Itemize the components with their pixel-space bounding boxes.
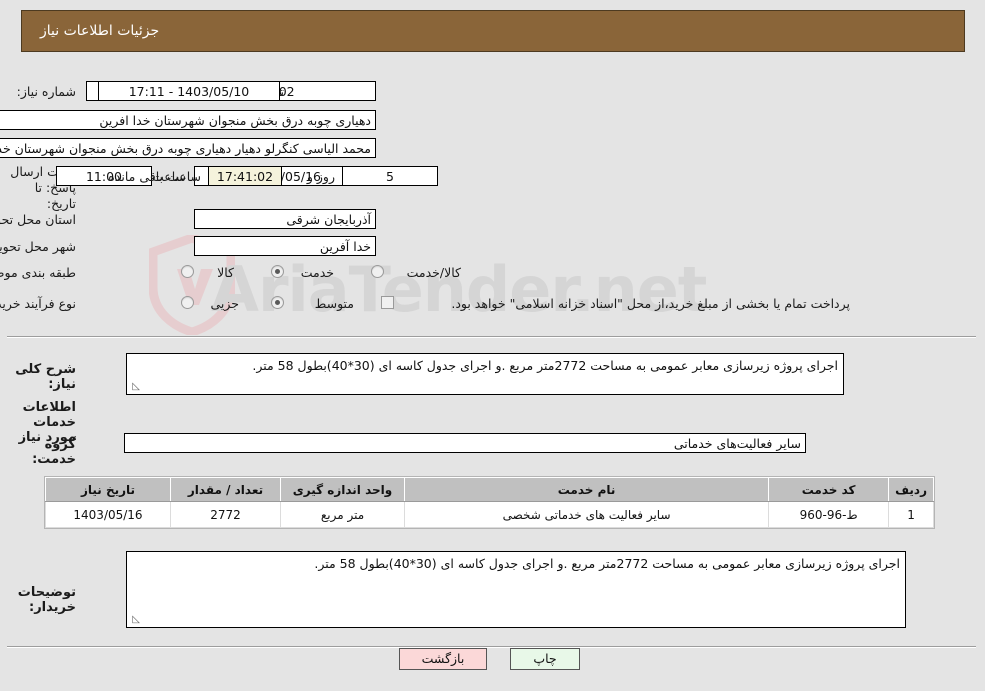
radio-purchase-minor[interactable]: [182, 296, 195, 309]
table-header-row: ردیف کد خدمت نام خدمت واحد اندازه گیری ت…: [46, 477, 935, 502]
cell-row: 1: [889, 501, 935, 528]
radio-category-goods[interactable]: [182, 265, 195, 278]
radio-label-purchase-medium: متوسط: [315, 296, 355, 311]
cell-unit: متر مربع: [281, 501, 406, 528]
buyer-org-field[interactable]: دهیاری چوبه درق بخش منجوان شهرستان خدا ا…: [0, 110, 377, 130]
label-city: شهر محل تحویل:: [0, 239, 77, 254]
radio-label-category-service: خدمت: [301, 265, 335, 280]
label-need-number: شماره نیاز:: [17, 84, 77, 99]
radio-category-goods-service[interactable]: [372, 265, 385, 278]
cell-code: ط-96-960: [769, 501, 891, 528]
cell-date: 1403/05/16: [46, 501, 172, 528]
page-title-bar: جزئیات اطلاعات نیاز: [22, 10, 966, 52]
radio-label-category-goods-service: کالا/خدمت: [407, 265, 462, 280]
buyer-notes-value: اجرای پروژه زیرسازی معابر عمومی به مساحت…: [315, 556, 901, 571]
col-date: تاریخ نیاز: [46, 477, 172, 502]
general-desc-textarea[interactable]: اجرای پروژه زیرسازی معابر عمومی به مساحت…: [127, 353, 845, 395]
label-purchase-type: نوع فرآیند خرید :: [0, 296, 77, 311]
deadline-remaining-label: ساعت باقی مانده: [109, 169, 202, 184]
col-code: کد خدمت: [769, 477, 891, 502]
resize-grip-icon[interactable]: ◺: [131, 382, 141, 392]
need-details-page: AriaTender.net جزئیات اطلاعات نیاز شماره…: [0, 0, 985, 691]
resize-grip-icon-notes[interactable]: ◺: [131, 615, 141, 625]
services-table: ردیف کد خدمت نام خدمت واحد اندازه گیری ت…: [45, 476, 936, 529]
label-province: استان محل تحویل:: [0, 212, 77, 227]
deadline-days-label: روز و: [307, 169, 336, 184]
col-unit: واحد اندازه گیری: [281, 477, 406, 502]
announce-datetime-field[interactable]: 1403/05/10 - 17:11: [99, 81, 281, 101]
radio-category-service[interactable]: [272, 265, 285, 278]
radio-purchase-medium[interactable]: [272, 296, 285, 309]
divider-top: [8, 336, 977, 338]
creator-field[interactable]: محمد الیاسی کنگرلو دهیار دهیاری چوبه درق…: [0, 138, 377, 158]
label-category: طبقه بندی موضوعی:: [0, 265, 77, 280]
buyer-notes-textarea[interactable]: اجرای پروژه زیرسازی معابر عمومی به مساحت…: [127, 551, 907, 628]
service-group-field[interactable]: سایر فعالیت‌های خدماتی: [125, 433, 807, 453]
page-title: جزئیات اطلاعات نیاز: [41, 23, 161, 39]
city-field[interactable]: خدا آفرین: [195, 236, 377, 256]
watermark-text: AriaTender.net: [212, 253, 708, 326]
col-row: ردیف: [889, 477, 935, 502]
table-row[interactable]: 1 ط-96-960 سایر فعالیت های خدماتی شخصی م…: [46, 501, 935, 528]
cell-qty: 2772: [171, 501, 282, 528]
divider-bottom: [8, 646, 977, 648]
radio-label-category-goods: کالا: [218, 265, 235, 280]
col-name: نام خدمت: [404, 477, 771, 502]
label-buyer-notes: توضیحات خریدار:: [18, 585, 77, 615]
label-general-desc: شرح کلی نیاز:: [16, 362, 77, 392]
deadline-days-field[interactable]: 5: [343, 166, 439, 186]
checkbox-islamic-treasury-bonds[interactable]: [382, 296, 395, 309]
general-desc-value: اجرای پروژه زیرسازی معابر عمومی به مساحت…: [253, 358, 839, 373]
province-field[interactable]: آذربایجان شرقی: [195, 209, 377, 229]
label-service-group: گروه خدمت:: [33, 437, 77, 467]
deadline-countdown-field: 17:41:02: [209, 166, 283, 186]
cell-name: سایر فعالیت های خدماتی شخصی: [404, 501, 771, 528]
col-qty: تعداد / مقدار: [171, 477, 282, 502]
checkbox-label-islamic-treasury-bonds: پرداخت تمام یا بخشی از مبلغ خرید،از محل …: [452, 296, 851, 311]
print-button[interactable]: چاپ: [511, 648, 581, 670]
back-button[interactable]: بازگشت: [400, 648, 488, 670]
radio-label-purchase-minor: جزیی: [211, 296, 240, 311]
